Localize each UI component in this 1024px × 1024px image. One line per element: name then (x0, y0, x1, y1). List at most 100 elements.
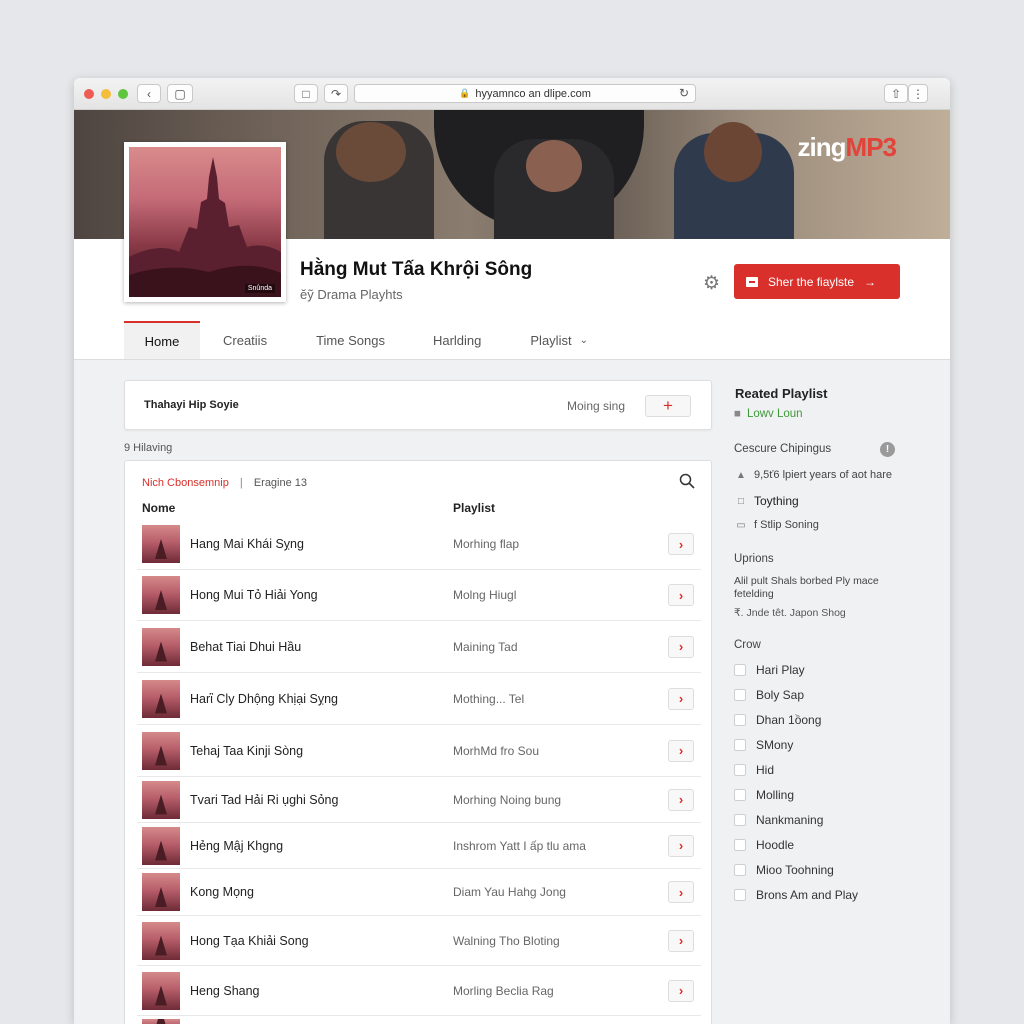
checkbox-item[interactable]: Boly Sap (734, 688, 804, 702)
back-icon[interactable]: ‹ (137, 84, 161, 103)
chevron-right-icon[interactable]: › (668, 788, 694, 811)
song-row[interactable]: Heng Shang Morling Beclia Rag › (137, 966, 701, 1016)
chevron-right-icon[interactable]: › (668, 584, 694, 606)
arrow-right-icon: → (864, 274, 877, 289)
minimize-window-button[interactable] (101, 89, 111, 99)
song-thumbnail (142, 731, 180, 770)
address-bar[interactable]: 🔒 hyyamnco an dlipe.com ↻ (354, 84, 696, 103)
song-row-partial[interactable] (137, 1016, 701, 1024)
add-button[interactable]: + (645, 395, 691, 417)
queue-icon (746, 276, 758, 287)
song-row[interactable]: Behat Tiai Dhui Hầu Maining Tad › (137, 621, 701, 673)
column-header-playlist[interactable]: Playlist (453, 501, 495, 515)
search-icon[interactable] (679, 473, 695, 489)
checkbox[interactable] (734, 839, 746, 851)
checkbox[interactable] (734, 739, 746, 751)
more-icon[interactable]: ⋮ (908, 84, 928, 103)
song-name: Tehaj Taa Kinji Sòng (190, 743, 304, 758)
chevron-right-icon[interactable]: › (668, 687, 694, 710)
checkbox[interactable] (734, 689, 746, 701)
tab-harlding[interactable]: Harlding (405, 321, 501, 360)
chevron-right-icon[interactable]: › (668, 881, 694, 903)
tab-playlist[interactable]: Playlist ⌄ (501, 321, 608, 360)
close-window-button[interactable] (84, 89, 94, 99)
tab-time-songs[interactable]: Time Songs (287, 321, 405, 360)
sidebar-icon[interactable]: ▢ (167, 84, 193, 103)
song-row[interactable]: Hong Tạa Khiải Song Walning Tho Bloting … (137, 916, 701, 966)
song-thumbnail (142, 971, 180, 1010)
song-name: Kong Mọng (190, 885, 254, 899)
column-header-name[interactable]: Nome (142, 501, 175, 515)
section-heading: Uprions (734, 553, 774, 565)
chevron-right-icon[interactable]: › (668, 533, 694, 555)
song-row[interactable]: Tvari Tad Hải Ri ụghi Sỏng Morhing Noing… (137, 777, 701, 823)
chevron-right-icon[interactable]: › (668, 834, 694, 857)
checkbox-label: Hari Play (756, 663, 805, 677)
checkbox[interactable] (734, 864, 746, 876)
checkbox[interactable] (734, 764, 746, 776)
checkbox-item[interactable]: Hari Play (734, 663, 805, 677)
checkbox[interactable] (734, 664, 746, 676)
song-name: Hang Mai Khái Sỵng (190, 537, 304, 551)
flame-icon: ▲ (736, 469, 746, 481)
checkbox-item[interactable]: Hoodle (734, 838, 794, 852)
playlist-cover[interactable]: Snûnda (124, 142, 286, 302)
checkbox-item[interactable]: Nankmaning (734, 813, 823, 827)
sidebar-line: ▲ 9,5ť6 lpiert years of aot hare (734, 469, 892, 481)
song-name: Harἳ Cly Dhộng Khịại Sỵng (190, 691, 338, 706)
banner-figure (526, 140, 582, 192)
maximize-window-button[interactable] (118, 89, 128, 99)
song-row[interactable]: Hong Mui Tỏ Hiải Yong Molng Hiugl › (137, 570, 701, 621)
song-playlist: Maining Tad (453, 639, 518, 654)
song-name: Hẻng Mậj Khgng (190, 838, 284, 853)
chevron-right-icon[interactable]: › (668, 635, 694, 658)
gear-icon[interactable]: ⚙ (703, 272, 720, 295)
song-row[interactable]: Kong Mọng Diam Yau Hahg Jong › (137, 869, 701, 916)
checkbox-item[interactable]: Brons Am and Play (734, 888, 858, 902)
lock-icon: 🔒 (459, 88, 471, 98)
logo-text-zing: zing (797, 132, 847, 162)
reload-icon[interactable]: ↻ (679, 86, 689, 100)
bookmark-icon[interactable]: □ (294, 84, 318, 103)
info-icon[interactable]: ! (880, 442, 895, 457)
checkbox[interactable] (734, 814, 746, 826)
sidebar-line[interactable]: □ Toything (734, 494, 799, 508)
checkbox-item[interactable]: SMony (734, 738, 793, 752)
cover-tag: Snûnda (244, 284, 275, 293)
chevron-right-icon[interactable]: › (668, 929, 694, 952)
song-playlist: Morling Beclia Rag (453, 983, 554, 998)
song-playlist: Morhing flap (453, 537, 520, 551)
filter-tab-other[interactable]: Eragine 13 (254, 477, 307, 489)
sidebar-line[interactable]: ▭ f Stlip Soning (734, 519, 819, 531)
song-row[interactable]: Harἳ Cly Dhộng Khịại Sỵng Mothing... Tel… (137, 673, 701, 725)
chevron-right-icon[interactable]: › (668, 739, 694, 762)
song-thumbnail (142, 1019, 180, 1024)
url-text: hyyamnco an dlipe.com (475, 87, 591, 100)
song-row[interactable]: Hẻng Mậj Khgng Inshrom Yatt I ấp tlu ama… (137, 823, 701, 869)
banner-figure (704, 122, 762, 182)
checkbox[interactable] (734, 889, 746, 901)
tab-home[interactable]: Home (124, 321, 200, 360)
song-thumbnail (142, 826, 180, 865)
checkbox-item[interactable]: Mioo Toohning (734, 863, 834, 877)
checkbox-item[interactable]: Dhan 1ồong (734, 713, 821, 727)
filter-tab-active[interactable]: Nich Cbonsemnip (142, 477, 229, 489)
checkbox-item[interactable]: Molling (734, 788, 794, 802)
checkbox[interactable] (734, 714, 746, 726)
share-playlist-button[interactable]: Sher the fiaylste → (734, 264, 900, 299)
zingmp3-logo[interactable]: zingMP3 (797, 132, 897, 163)
chevron-right-icon[interactable]: › (668, 979, 694, 1002)
sidebar-subtitle[interactable]: ■ Lowv Loun (734, 408, 803, 420)
filter-label: Thahayi Hip Soyie (144, 399, 239, 411)
filter-card: Thahayi Hip Soyie Moing sing + (124, 380, 712, 430)
reader-icon[interactable]: ↷ (324, 84, 348, 103)
playlist-title: Hằng Mut Tấa Khrội Sông (300, 259, 533, 280)
song-playlist: Mothing... Tel (453, 691, 525, 706)
checkbox-item[interactable]: Hid (734, 763, 774, 777)
tab-creatiis[interactable]: Creatiis (200, 321, 287, 360)
song-row[interactable]: Tehaj Taa Kinji Sòng MorhMd fro Sou › (137, 725, 701, 777)
checkbox-label: Hid (756, 763, 775, 777)
share-icon[interactable]: ⇧ (884, 84, 908, 103)
song-row[interactable]: Hang Mai Khái Sỵng Morhing flap › (137, 519, 701, 570)
checkbox[interactable] (734, 789, 746, 801)
